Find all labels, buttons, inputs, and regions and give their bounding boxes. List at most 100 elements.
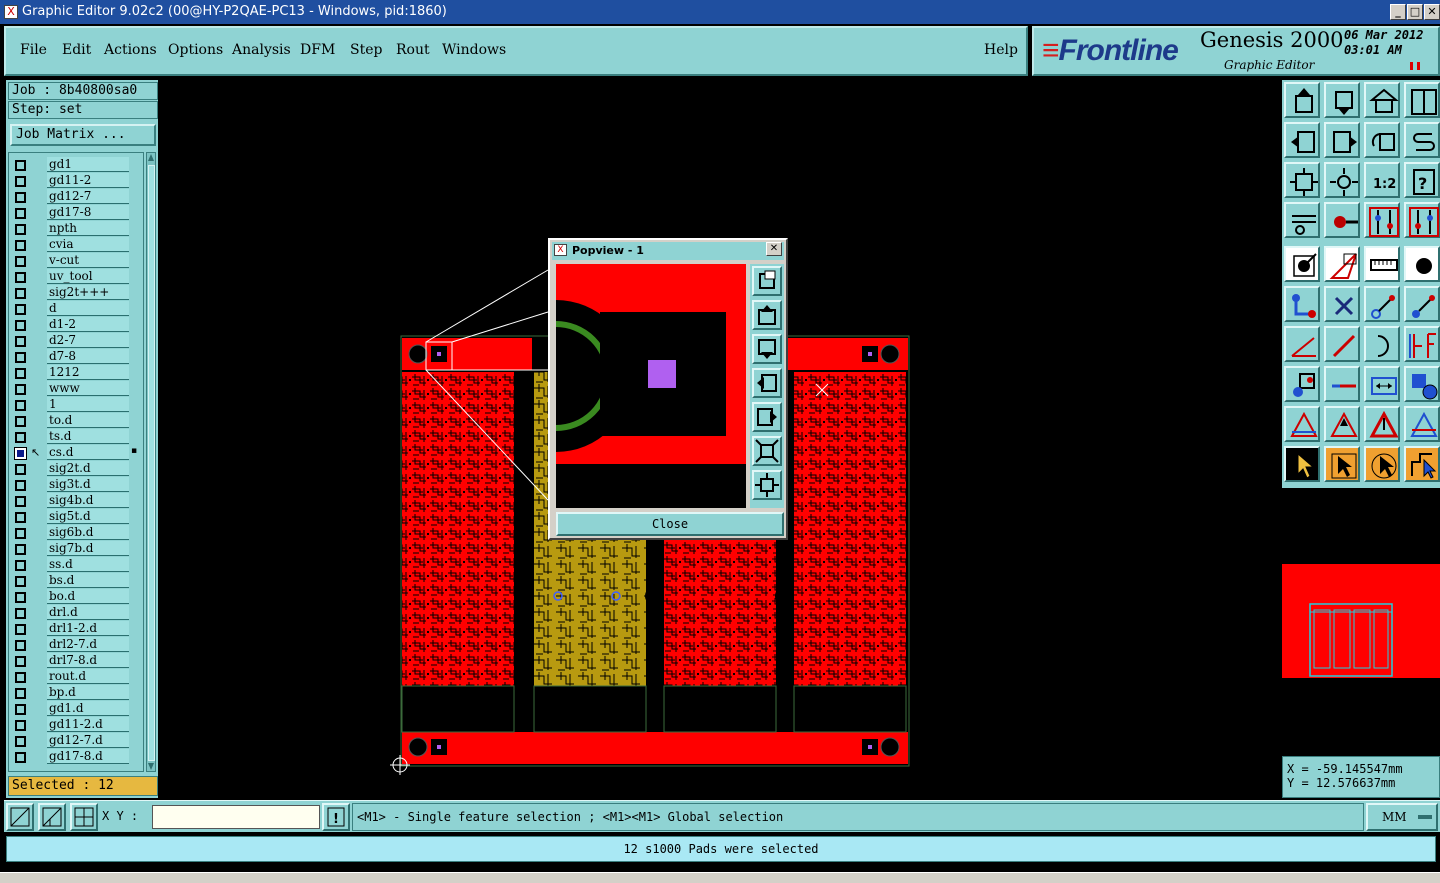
layer-list-scrollbar[interactable] (146, 152, 156, 772)
scroll-up-icon[interactable] (147, 153, 155, 163)
layer-row[interactable]: sig5t.d (9, 509, 143, 525)
layer-checkbox[interactable] (15, 432, 26, 443)
move-point-icon[interactable] (1364, 286, 1400, 322)
dimension-icon[interactable] (1364, 366, 1400, 402)
layer-row[interactable]: d7-8 (9, 349, 143, 365)
menu-options[interactable]: Options (168, 42, 223, 58)
layer-checkbox[interactable] (15, 576, 26, 587)
zoom-fit-icon[interactable] (1324, 162, 1360, 198)
pause-icon[interactable] (1410, 62, 1420, 70)
layer-checkbox[interactable] (15, 656, 26, 667)
layer-checkbox[interactable] (15, 672, 26, 683)
menu-help[interactable]: Help (984, 42, 1018, 58)
popview-pan-left-button[interactable] (752, 368, 782, 398)
layer-row[interactable]: d2-7 (9, 333, 143, 349)
layer-row[interactable]: gd11-2 (9, 173, 143, 189)
layer-row[interactable]: d1-2 (9, 317, 143, 333)
layer-row[interactable]: bp.d (9, 685, 143, 701)
layer-checkbox[interactable] (15, 496, 26, 507)
layer-checkbox[interactable] (15, 624, 26, 635)
layer-name[interactable]: bs.d (47, 573, 129, 588)
popview-pan-right-button[interactable] (752, 402, 782, 432)
layer-row[interactable]: sig2t+++ (9, 285, 143, 301)
scroll-down-icon[interactable] (147, 761, 155, 771)
undo-view-icon[interactable] (1364, 122, 1400, 158)
popview-pan-up-button[interactable] (752, 300, 782, 330)
pan-right-icon[interactable] (1324, 122, 1360, 158)
snap-angle-icon[interactable] (38, 803, 66, 831)
layer-name[interactable]: gd17-8 (47, 205, 129, 220)
layer-name[interactable]: gd1 (47, 157, 129, 172)
cross-icon[interactable] (1324, 286, 1360, 322)
shapes-icon[interactable] (1404, 366, 1440, 402)
layer-checkbox[interactable] (15, 480, 26, 491)
layer-name[interactable]: ts.d (47, 429, 129, 444)
layer-row[interactable]: sig7b.d (9, 541, 143, 557)
layer-name[interactable]: drl7-8.d (47, 653, 129, 668)
layer-checkbox[interactable] (15, 272, 26, 283)
layer-row[interactable]: sig4b.d (9, 493, 143, 509)
layer-name[interactable]: gd11-2 (47, 173, 129, 188)
layer-checkbox[interactable] (15, 720, 26, 731)
layer-row[interactable]: drl2-7.d (9, 637, 143, 653)
arc-icon[interactable] (1364, 326, 1400, 362)
info-icon[interactable]: ! (322, 803, 350, 831)
select-polyline-icon[interactable] (1404, 446, 1440, 482)
select-box-icon[interactable] (1324, 446, 1360, 482)
redraw-icon[interactable] (1404, 122, 1440, 158)
menu-dfm[interactable]: DFM (300, 42, 335, 58)
layer-name[interactable]: bo.d (47, 589, 129, 604)
popview-close-button[interactable]: Close (556, 512, 784, 536)
layer-row[interactable]: sig3t.d (9, 477, 143, 493)
layer-row[interactable]: sig2t.d (9, 461, 143, 477)
layer-name[interactable]: d1-2 (47, 317, 129, 332)
triangle-select-icon[interactable] (1364, 406, 1400, 442)
window-layout-icon[interactable] (1404, 82, 1440, 118)
layer-row[interactable]: sig6b.d (9, 525, 143, 541)
layer-checkbox[interactable] (15, 464, 26, 475)
layer-sliders-icon[interactable] (1364, 202, 1400, 238)
layer-row[interactable]: d (9, 301, 143, 317)
xy-input[interactable] (152, 805, 320, 829)
menu-rout[interactable]: Rout (396, 42, 430, 58)
layer-name[interactable]: sig7b.d (47, 541, 129, 556)
layer-row[interactable]: to.d (9, 413, 143, 429)
layer-checkbox[interactable] (15, 608, 26, 619)
add-pad-icon[interactable] (1284, 246, 1320, 282)
graphic-control-icon[interactable] (1284, 202, 1320, 238)
layer-row[interactable]: drl1-2.d (9, 621, 143, 637)
layer-row[interactable]: 1 (9, 397, 143, 413)
layer-name[interactable]: d2-7 (47, 333, 129, 348)
layer-row[interactable]: uv_tool (9, 269, 143, 285)
layer-checkbox[interactable] (15, 224, 26, 235)
add-line-icon[interactable] (1324, 246, 1360, 282)
layer-name[interactable]: v-cut (47, 253, 129, 268)
layer-checkbox[interactable] (15, 240, 26, 251)
layer-row[interactable]: 1212 (9, 365, 143, 381)
layer-row[interactable]: gd12-7 (9, 189, 143, 205)
layer-name[interactable]: sig2t+++ (47, 285, 129, 300)
snap-grid-icon[interactable] (6, 803, 34, 831)
layer-name[interactable]: ss.d (47, 557, 129, 572)
move-feature-icon[interactable] (1404, 286, 1440, 322)
angle-icon[interactable] (1284, 326, 1320, 362)
layer-checkbox[interactable] (15, 400, 26, 411)
layer-checkbox[interactable] (15, 688, 26, 699)
layer-checkbox[interactable] (15, 304, 26, 315)
layer-name[interactable]: 1 (47, 397, 129, 412)
maximize-button[interactable]: □ (1407, 4, 1423, 20)
layer-name[interactable]: gd17-8.d (47, 749, 129, 764)
zoom-one-to-two-icon[interactable]: 1:2 (1364, 162, 1400, 198)
layer-checkbox[interactable] (15, 560, 26, 571)
layer-name[interactable]: drl.d (47, 605, 129, 620)
layer-checkbox[interactable] (15, 352, 26, 363)
layer-row[interactable]: v-cut (9, 253, 143, 269)
home-icon[interactable] (1364, 82, 1400, 118)
minimize-button[interactable]: _ (1390, 4, 1406, 20)
layer-name[interactable]: gd12-7 (47, 189, 129, 204)
layer-name[interactable]: to.d (47, 413, 129, 428)
layer-checkbox[interactable] (15, 704, 26, 715)
layer-row[interactable]: drl7-8.d (9, 653, 143, 669)
connect-icon[interactable] (1284, 286, 1320, 322)
layer-checkbox[interactable] (15, 256, 26, 267)
